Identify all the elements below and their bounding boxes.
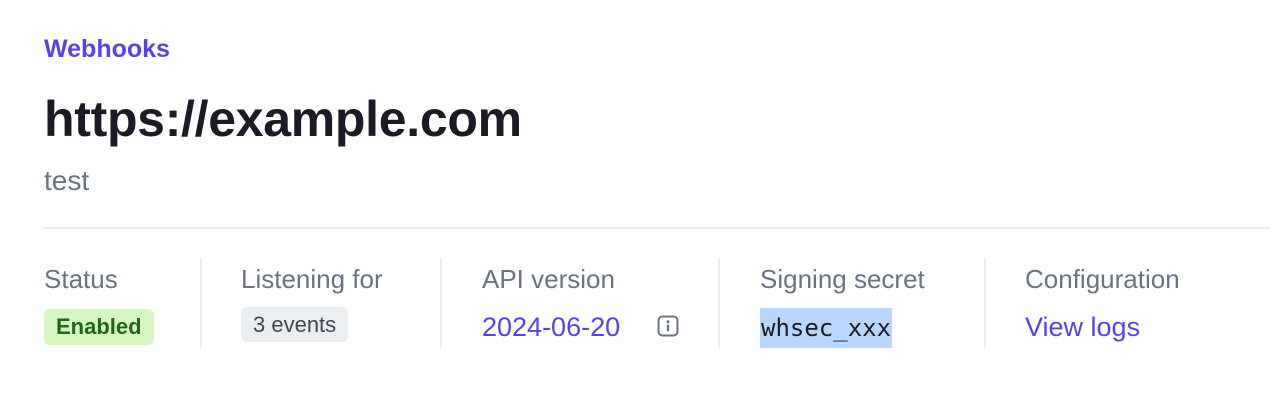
signing-secret-value[interactable]: whsec_xxx xyxy=(760,308,893,348)
status-badge: Enabled xyxy=(44,309,154,345)
configuration-label: Configuration xyxy=(1025,264,1180,294)
endpoint-description: test xyxy=(44,165,90,196)
status-label: Status xyxy=(44,264,118,294)
page-title: https://example.com xyxy=(44,91,522,147)
column-divider xyxy=(440,258,442,348)
info-icon[interactable] xyxy=(657,315,679,337)
column-divider xyxy=(984,258,986,348)
listening-label: Listening for xyxy=(241,264,383,294)
api-version-link[interactable]: 2024-06-20 xyxy=(482,309,620,345)
column-divider xyxy=(718,258,720,348)
header-divider xyxy=(44,227,1270,229)
signing-secret-label: Signing secret xyxy=(760,264,925,294)
events-count-badge[interactable]: 3 events xyxy=(241,307,349,342)
column-divider xyxy=(200,258,202,348)
details-row: Status Enabled Listening for 3 events AP… xyxy=(0,258,1270,350)
breadcrumb-webhooks[interactable]: Webhooks xyxy=(44,32,170,66)
api-version-label: API version xyxy=(482,264,615,294)
view-logs-link[interactable]: View logs xyxy=(1025,309,1140,345)
